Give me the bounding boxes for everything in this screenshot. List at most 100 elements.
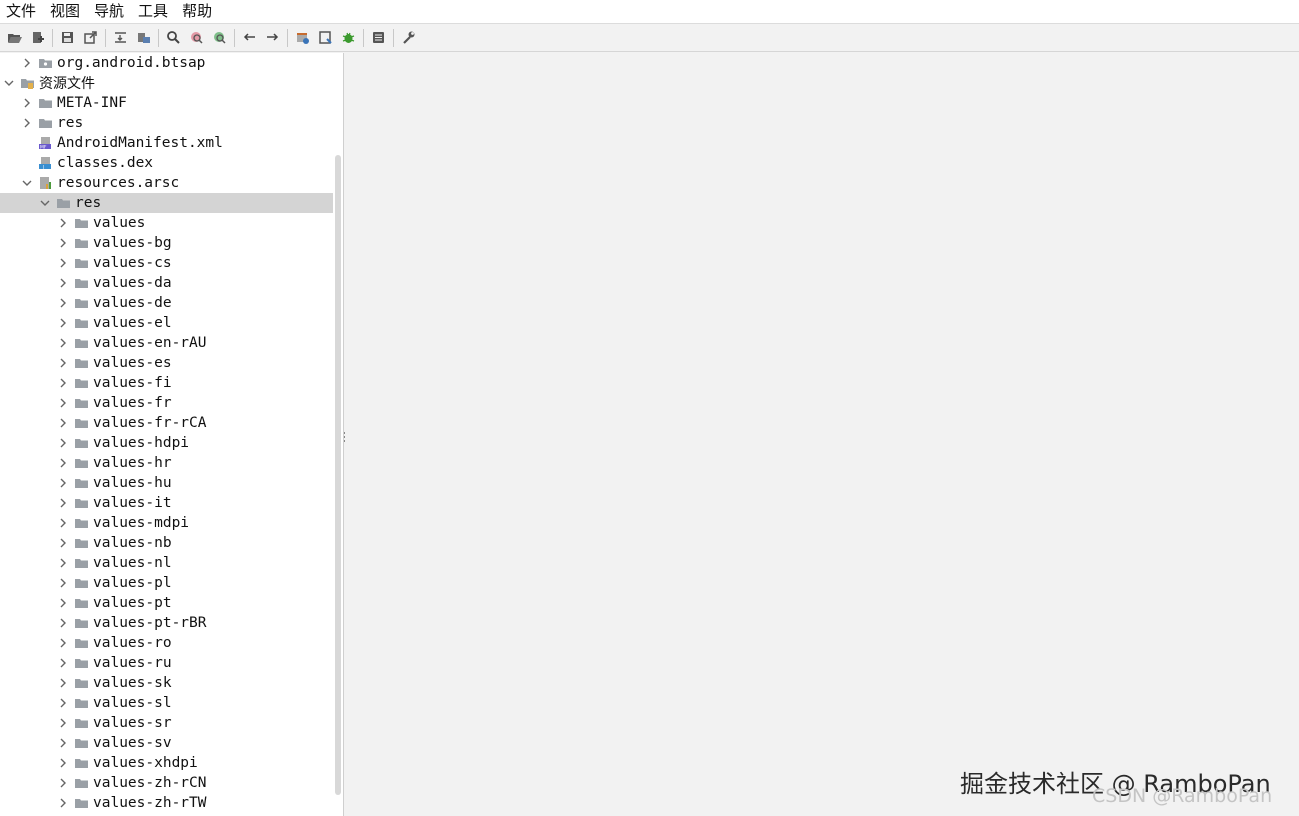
chevron-right-icon[interactable] [57, 737, 69, 749]
chevron-right-icon[interactable] [57, 417, 69, 429]
tree-row[interactable]: values-mdpi [0, 513, 333, 533]
chevron-right-icon[interactable] [57, 777, 69, 789]
tree-row[interactable]: values-sr [0, 713, 333, 733]
tree-row[interactable]: values-sv [0, 733, 333, 753]
find-class-button[interactable] [185, 27, 207, 49]
preferences-button[interactable] [397, 27, 419, 49]
tree-row[interactable]: org.android.btsap [0, 53, 333, 73]
tree-row[interactable]: values-nl [0, 553, 333, 573]
log-button[interactable] [367, 27, 389, 49]
resources-icon [20, 76, 34, 90]
tree-row[interactable]: values-fr-rCA [0, 413, 333, 433]
tree-row[interactable]: values-it [0, 493, 333, 513]
menu-item-4[interactable]: 帮助 [175, 0, 219, 23]
chevron-right-icon[interactable] [57, 657, 69, 669]
tree-row[interactable]: resources.arsc [0, 173, 333, 193]
chevron-right-icon[interactable] [57, 377, 69, 389]
tree-row[interactable]: values-nb [0, 533, 333, 553]
chevron-right-icon[interactable] [57, 677, 69, 689]
scrollbar-thumb[interactable] [335, 155, 341, 795]
deobfuscation-button[interactable] [291, 27, 313, 49]
chevron-right-icon[interactable] [57, 397, 69, 409]
tree-row[interactable]: values-ru [0, 653, 333, 673]
flatten-packages-button[interactable] [132, 27, 154, 49]
find-usage-button[interactable] [208, 27, 230, 49]
chevron-right-icon[interactable] [57, 517, 69, 529]
save-button[interactable] [56, 27, 78, 49]
find-class-icon [190, 32, 203, 44]
chevron-down-icon[interactable] [39, 197, 51, 209]
chevron-right-icon[interactable] [57, 537, 69, 549]
chevron-right-icon[interactable] [57, 597, 69, 609]
chevron-right-icon[interactable] [57, 237, 69, 249]
chevron-right-icon[interactable] [57, 257, 69, 269]
tree-row[interactable]: values-zh-rTW [0, 793, 333, 813]
tree-row[interactable]: Jclasses.dex [0, 153, 333, 173]
back-button[interactable] [238, 27, 260, 49]
tree-row[interactable]: values-hdpi [0, 433, 333, 453]
tree-row[interactable]: values-sk [0, 673, 333, 693]
tree-row[interactable]: META-INF [0, 93, 333, 113]
tree-row[interactable]: values-hr [0, 453, 333, 473]
tree-row[interactable]: res [0, 113, 333, 133]
chevron-right-icon[interactable] [57, 477, 69, 489]
chevron-right-icon[interactable] [57, 437, 69, 449]
chevron-right-icon[interactable] [57, 557, 69, 569]
chevron-right-icon[interactable] [57, 757, 69, 769]
tree-row[interactable]: values-sl [0, 693, 333, 713]
export-button[interactable] [79, 27, 101, 49]
search-button[interactable] [162, 27, 184, 49]
menu-item-0[interactable]: 文件 [0, 0, 43, 23]
chevron-right-icon[interactable] [57, 357, 69, 369]
debug-button[interactable] [337, 27, 359, 49]
add-files-button[interactable] [26, 27, 48, 49]
chevron-right-icon[interactable] [57, 317, 69, 329]
chevron-right-icon[interactable] [57, 217, 69, 229]
chevron-right-icon[interactable] [57, 497, 69, 509]
chevron-right-icon[interactable] [21, 117, 33, 129]
quick-preview-button[interactable] [314, 27, 336, 49]
tree-row-selected[interactable]: res [0, 193, 333, 213]
open-button[interactable] [3, 27, 25, 49]
chevron-right-icon[interactable] [21, 57, 33, 69]
menu-item-2[interactable]: 导航 [87, 0, 131, 23]
menu-item-3[interactable]: 工具 [131, 0, 175, 23]
tree-row[interactable]: values-xhdpi [0, 753, 333, 773]
chevron-right-icon[interactable] [57, 797, 69, 809]
chevron-right-icon[interactable] [57, 577, 69, 589]
tree-row[interactable]: values-de [0, 293, 333, 313]
chevron-right-icon[interactable] [57, 697, 69, 709]
file-tree[interactable]: org.android.btsap 资源文件 META-INF res MF Androi… [0, 53, 333, 816]
tree-row[interactable]: values-fr [0, 393, 333, 413]
forward-button[interactable] [261, 27, 283, 49]
tree-row[interactable]: values-el [0, 313, 333, 333]
tree-row[interactable]: values-pl [0, 573, 333, 593]
tree-row[interactable]: 资源文件 [0, 73, 333, 93]
chevron-down-icon[interactable] [21, 177, 33, 189]
chevron-right-icon[interactable] [57, 457, 69, 469]
chevron-right-icon[interactable] [21, 97, 33, 109]
chevron-right-icon[interactable] [57, 297, 69, 309]
chevron-down-icon[interactable] [3, 77, 15, 89]
chevron-right-icon[interactable] [57, 717, 69, 729]
chevron-right-icon[interactable] [57, 337, 69, 349]
tree-row[interactable]: values-da [0, 273, 333, 293]
tree-row[interactable]: values-es [0, 353, 333, 373]
tree-row[interactable]: values [0, 213, 333, 233]
chevron-right-icon[interactable] [57, 617, 69, 629]
tree-row[interactable]: values-en-rAU [0, 333, 333, 353]
tree-row[interactable]: MF AndroidManifest.xml [0, 133, 333, 153]
tree-scrollbar[interactable] [333, 53, 343, 816]
chevron-right-icon[interactable] [57, 637, 69, 649]
tree-row[interactable]: values-fi [0, 373, 333, 393]
sync-tree-button[interactable] [109, 27, 131, 49]
tree-row[interactable]: values-cs [0, 253, 333, 273]
tree-row[interactable]: values-ro [0, 633, 333, 653]
tree-row[interactable]: values-pt-rBR [0, 613, 333, 633]
chevron-right-icon[interactable] [57, 277, 69, 289]
tree-row[interactable]: values-pt [0, 593, 333, 613]
tree-row[interactable]: values-hu [0, 473, 333, 493]
tree-row[interactable]: values-zh-rCN [0, 773, 333, 793]
tree-row[interactable]: values-bg [0, 233, 333, 253]
menu-item-1[interactable]: 视图 [43, 0, 87, 23]
